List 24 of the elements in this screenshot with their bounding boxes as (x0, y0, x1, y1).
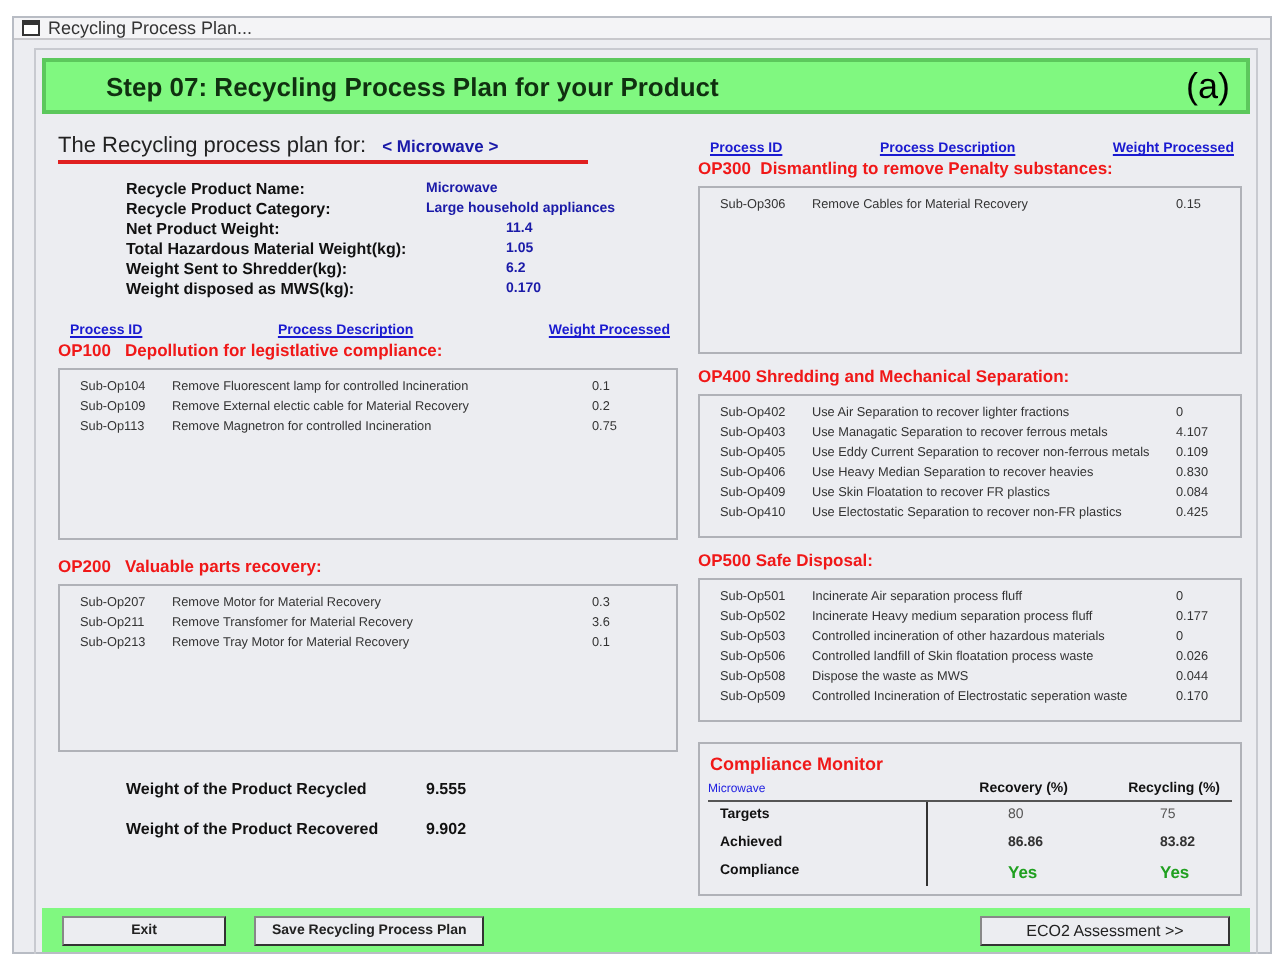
info-label: Recycle Product Category: (126, 200, 333, 220)
total-value: 9.902 (426, 820, 469, 838)
table-cell-text: Yes (1158, 860, 1192, 886)
plan-heading: The Recycling process plan for: (58, 134, 367, 158)
info-label: Recycle Product Name: (126, 180, 307, 200)
total-label: Weight of the Product Recovered (126, 820, 381, 838)
section-title: OP300 Dismantling to remove Penalty substances: (698, 158, 1115, 178)
product-name: < Microwave > (382, 136, 499, 156)
step-title: Step 07: Recycling Process Plan for your Product (106, 71, 719, 101)
window-title: Recycling Process Plan... (48, 18, 253, 38)
section-title: OP500 Safe Disposal: (698, 550, 875, 570)
section-title: OP200 Valuable parts recovery: (58, 556, 324, 576)
section-title: OP400 Shredding and Mechanical Separation: (698, 366, 1072, 386)
total-label: Weight of the Product Recycled (126, 780, 369, 798)
info-label: Total Hazardous Material Weight(kg): (126, 240, 409, 260)
info-label: Net Product Weight: (126, 220, 282, 240)
assessment-button[interactable]: ECO2 Assessment >> (980, 915, 1230, 945)
figure-label: (a) (1186, 65, 1230, 107)
table-cell-text: Yes (1006, 860, 1040, 886)
total-value: 9.555 (426, 780, 469, 798)
section-title: OP100 Depollution for legistlative compliance: (58, 340, 445, 360)
info-label: Weight disposed as MWS(kg): (126, 280, 357, 300)
panel-title: Compliance Monitor (708, 754, 886, 774)
info-label: Weight Sent to Shredder(kg): (126, 260, 350, 280)
